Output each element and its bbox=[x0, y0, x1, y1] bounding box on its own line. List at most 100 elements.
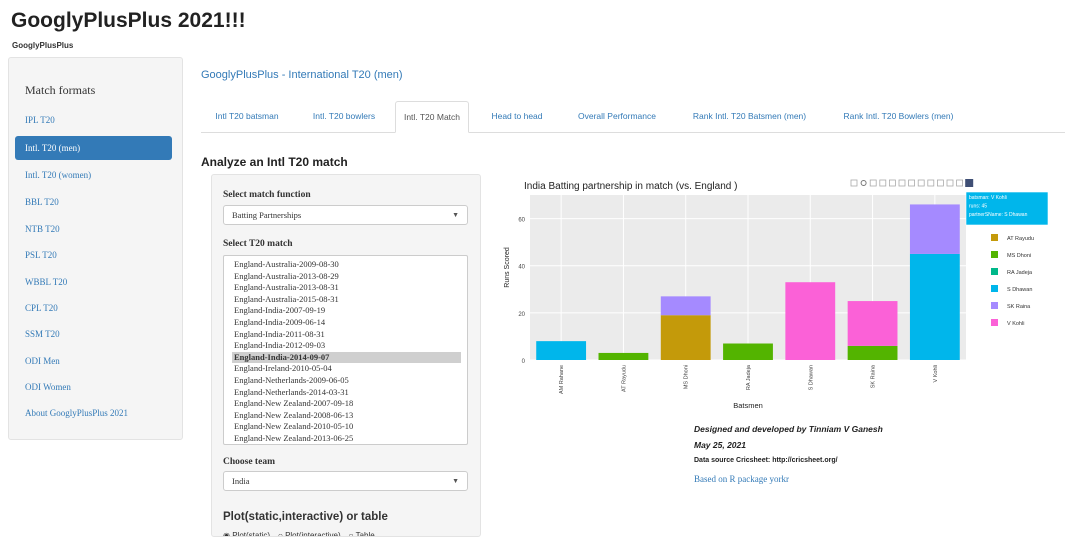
sidebar-item[interactable]: SSM T20 bbox=[15, 322, 172, 346]
function-select[interactable]: Batting Partnerships ▼ bbox=[223, 205, 468, 225]
sidebar-item[interactable]: CPL T20 bbox=[15, 296, 172, 320]
legend-label: V Kohli bbox=[1007, 321, 1024, 327]
radio-icon: ◉ bbox=[223, 531, 233, 537]
zoom-in-icon[interactable] bbox=[898, 179, 906, 187]
tab[interactable]: Overall Performance bbox=[561, 101, 673, 133]
radio-label: Plot(static) bbox=[232, 531, 270, 537]
match-option[interactable]: England-Netherlands-2014-03-31 bbox=[232, 387, 461, 398]
match-option[interactable]: England-New Zealand-2008-06-13 bbox=[232, 410, 461, 421]
bar-segment[interactable] bbox=[723, 343, 773, 361]
credits-author: Designed and developed by Tinniam V Gane… bbox=[694, 424, 883, 434]
tab[interactable]: Rank Intl. T20 Batsmen (men) bbox=[677, 101, 822, 133]
controls-panel: Select match function Batting Partnershi… bbox=[211, 174, 481, 537]
tab[interactable]: Head to head bbox=[477, 101, 557, 133]
y-tick-label: 0 bbox=[522, 359, 526, 365]
credits-yorkr-link[interactable]: Based on R package yorkr bbox=[694, 474, 789, 484]
sidebar-item[interactable]: About GooglyPlusPlus 2021 bbox=[15, 401, 172, 425]
tab-bar: Intl T20 batsman Intl. T20 bowlers Intl. T… bbox=[201, 101, 1065, 133]
match-option[interactable]: England-New Zealand-2013-06-25 bbox=[232, 433, 461, 444]
match-option[interactable]: England-India-2009-06-14 bbox=[232, 317, 461, 328]
sidebar-item[interactable]: BBL T20 bbox=[15, 190, 172, 214]
bar-segment[interactable] bbox=[536, 341, 587, 360]
sidebar-item[interactable]: NTB T20 bbox=[15, 217, 172, 241]
sidebar-item[interactable]: Intl. T20 (men) bbox=[15, 136, 172, 160]
reset-axes-icon[interactable] bbox=[927, 179, 935, 187]
tab[interactable]: Intl. T20 bowlers bbox=[297, 101, 391, 133]
match-option[interactable]: England-India-2012-09-03 bbox=[232, 340, 461, 351]
match-option[interactable]: England-India-2014-09-07 bbox=[232, 351, 461, 363]
x-tick-label: MS Dhoni bbox=[684, 365, 690, 389]
app-title: GooglyPlusPlus 2021!!! bbox=[11, 9, 246, 32]
credits-date: May 25, 2021 bbox=[694, 440, 746, 450]
zoom-out-icon[interactable] bbox=[908, 179, 916, 187]
sidebar-item[interactable]: Intl. T20 (women) bbox=[15, 163, 172, 187]
tab[interactable]: Intl. T20 Match bbox=[395, 101, 469, 133]
match-option[interactable]: England-Netherlands-2009-06-05 bbox=[232, 375, 461, 386]
plotly-logo-icon[interactable] bbox=[965, 179, 974, 187]
camera-icon[interactable] bbox=[850, 179, 858, 187]
tooltip-line: batsman: V Kohli bbox=[969, 195, 1007, 201]
team-select[interactable]: India ▼ bbox=[223, 471, 468, 491]
autoscale-icon[interactable] bbox=[917, 179, 925, 187]
bar-segment[interactable] bbox=[660, 296, 711, 316]
box-select-icon[interactable] bbox=[879, 179, 887, 187]
x-axis-label: Batsmen bbox=[733, 401, 763, 410]
legend-swatch bbox=[991, 251, 998, 258]
plot-type-radio[interactable]: ◉ Plot(static) bbox=[223, 531, 270, 537]
match-option[interactable]: England-Australia-2015-08-31 bbox=[232, 294, 461, 305]
sidebar: Match formats IPL T20 Intl. T20 (men) Intl… bbox=[8, 57, 183, 440]
bar-segment[interactable] bbox=[660, 315, 711, 360]
panel-heading: Analyze an Intl T20 match bbox=[201, 155, 348, 169]
hover-compare-icon[interactable] bbox=[956, 179, 964, 187]
match-option[interactable]: England-New Zealand-2010-05-10 bbox=[232, 421, 461, 432]
match-option[interactable]: England-Australia-2009-08-30 bbox=[232, 259, 461, 270]
bar-segment[interactable] bbox=[847, 301, 898, 346]
legend-label: MS Dhoni bbox=[1007, 253, 1031, 259]
match-option[interactable]: England-India-2011-08-31 bbox=[232, 329, 461, 340]
sidebar-item[interactable]: ODI Men bbox=[15, 349, 172, 373]
match-option[interactable]: England-Australia-2013-08-29 bbox=[232, 271, 461, 282]
spike-lines-icon[interactable] bbox=[936, 179, 944, 187]
bar-segment[interactable] bbox=[909, 253, 960, 360]
team-select-value: India bbox=[232, 476, 250, 486]
bar-segment[interactable] bbox=[909, 204, 960, 254]
legend-swatch bbox=[991, 319, 998, 326]
plot-type-radio[interactable]: ○ Table bbox=[348, 531, 375, 537]
hover-closest-icon[interactable] bbox=[946, 179, 954, 187]
tab[interactable]: Intl T20 batsman bbox=[201, 101, 293, 133]
bar-segment[interactable] bbox=[598, 352, 649, 360]
match-option[interactable]: England-New Zealand-2007-09-18 bbox=[232, 398, 461, 409]
match-option[interactable]: England-India-2007-09-19 bbox=[232, 305, 461, 316]
plot-type-label: Plot(static,interactive) or table bbox=[223, 511, 388, 523]
sidebar-heading: Match formats bbox=[25, 83, 96, 97]
match-option[interactable]: England-Australia-2013-08-31 bbox=[232, 282, 461, 293]
function-label: Select match function bbox=[223, 190, 311, 200]
y-axis-label: Runs Scored bbox=[504, 247, 511, 288]
bar-segment[interactable] bbox=[785, 282, 836, 360]
sidebar-item[interactable]: WBBL T20 bbox=[15, 270, 172, 294]
plot-type-radios: ◉ Plot(static) ○ Plot(interactive) ○ Table bbox=[223, 531, 383, 537]
sidebar-item[interactable]: ODI Women bbox=[15, 375, 172, 399]
radio-icon: ○ bbox=[348, 531, 356, 537]
partnership-chart: 0 20 40 60 AM Rahane AT Rayudu MS Dhoni RA Jade… bbox=[504, 179, 1049, 410]
y-tick-label: 20 bbox=[518, 312, 525, 318]
tab[interactable]: Rank Intl. T20 Bowlers (men) bbox=[826, 101, 971, 133]
pan-icon[interactable] bbox=[869, 179, 877, 187]
x-tick-label: AM Rahane bbox=[559, 365, 565, 394]
match-label: Select T20 match bbox=[223, 239, 293, 249]
plot-type-radio[interactable]: ○ Plot(interactive) bbox=[278, 531, 341, 536]
x-tick-label: S Dhawan bbox=[808, 365, 814, 390]
sidebar-item[interactable]: PSL T20 bbox=[15, 243, 172, 267]
tooltip-line: runs: 45 bbox=[969, 204, 987, 210]
chart-title: India Batting partnership in match (vs. … bbox=[524, 181, 737, 192]
radio-label: Table bbox=[355, 531, 375, 537]
legend-label: RA Jadeja bbox=[1007, 270, 1033, 276]
bar-segment[interactable] bbox=[847, 345, 898, 360]
sidebar-item[interactable]: IPL T20 bbox=[15, 108, 172, 132]
zoom-icon[interactable] bbox=[860, 180, 867, 186]
credits-data-source: Data source Cricsheet: http://cricsheet.… bbox=[694, 457, 838, 464]
x-tick-label: V Kohli bbox=[933, 365, 939, 382]
match-listbox[interactable]: England-Australia-2009-08-30 England-Aust… bbox=[223, 255, 468, 445]
match-option[interactable]: England-Ireland-2010-05-04 bbox=[232, 363, 461, 374]
lasso-icon[interactable] bbox=[888, 179, 896, 187]
